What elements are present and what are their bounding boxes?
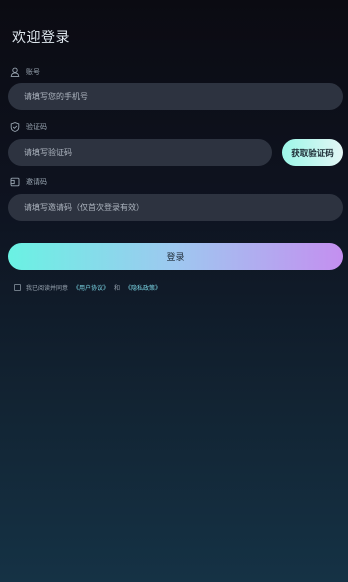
- code-label-row: 验证码: [10, 122, 47, 132]
- get-code-button[interactable]: 获取验证码: [282, 139, 343, 166]
- user-icon: [10, 67, 20, 77]
- account-label-row: 账号: [10, 67, 40, 77]
- invite-input-wrapper[interactable]: [8, 194, 343, 221]
- agree-checkbox[interactable]: [14, 284, 21, 291]
- invite-label-row: 邀请码: [10, 177, 47, 187]
- page-title: 欢迎登录: [12, 30, 70, 46]
- code-input-wrapper[interactable]: [8, 139, 272, 166]
- agreement-prefix: 我已阅读并同意: [26, 285, 69, 292]
- invite-input[interactable]: [24, 203, 343, 212]
- agreement-and: 和: [114, 285, 121, 292]
- shield-check-icon: [10, 122, 20, 132]
- agreement-row: 我已阅读并同意 《用户协议》 和 《隐私政策》: [14, 283, 161, 292]
- account-label: 账号: [26, 68, 40, 76]
- privacy-policy-link[interactable]: 《隐私政策》: [125, 283, 161, 292]
- invite-card-icon: [10, 177, 20, 187]
- code-label: 验证码: [26, 123, 47, 131]
- code-input[interactable]: [24, 148, 272, 157]
- invite-label: 邀请码: [26, 178, 47, 186]
- login-button[interactable]: 登录: [8, 243, 343, 270]
- phone-input[interactable]: [24, 92, 343, 101]
- user-agreement-link[interactable]: 《用户协议》: [73, 283, 109, 292]
- phone-input-wrapper[interactable]: [8, 83, 343, 110]
